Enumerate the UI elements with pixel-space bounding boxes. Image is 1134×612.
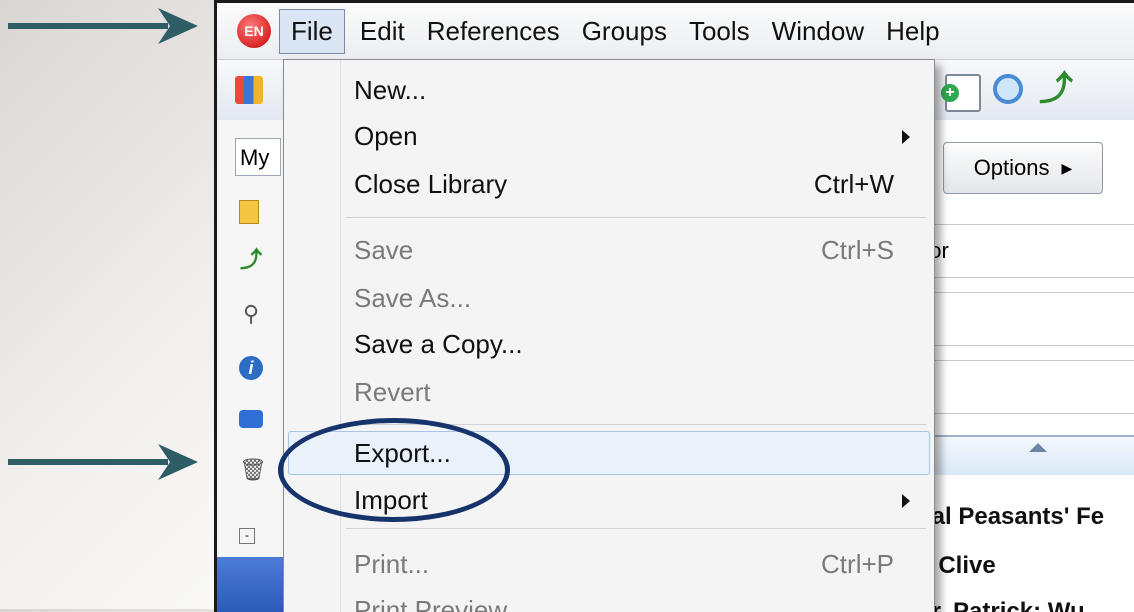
reference-panel: Options ▶ hor r e pal Peasants' Fe t, Cl… [917, 120, 1134, 612]
menu-file[interactable]: File [279, 8, 345, 54]
menu-separator [346, 528, 926, 529]
menu-item-print: Print... Ctrl+P [354, 544, 914, 584]
menu-item-new[interactable]: New... [354, 70, 914, 110]
export-callout-ellipse [278, 418, 510, 522]
search-field-author[interactable]: hor [917, 224, 1134, 278]
library-tab[interactable]: My [235, 138, 281, 176]
shortcut-label: Ctrl+W [813, 169, 894, 199]
options-label: Options [973, 155, 1050, 180]
menu-item-label: New... [354, 75, 427, 105]
sidebar-footer [217, 557, 285, 612]
all-references-icon[interactable] [239, 200, 259, 224]
library-books-icon[interactable] [235, 76, 263, 104]
shortcut-label: Ctrl+S [821, 235, 894, 265]
menu-groups[interactable]: Groups [571, 10, 678, 53]
menu-item-label: Close Library [354, 169, 508, 199]
pointer-arrow-file [8, 8, 198, 44]
submenu-arrow-icon [902, 494, 910, 508]
file-menu-dropdown: New... Open Close Library Ctrl+W Save Ctrl… [283, 59, 935, 612]
app-window: EN File Edit References Groups Tools Win… [214, 0, 1134, 612]
menu-item-save-as: Save As... [354, 278, 914, 318]
groups-sidebar: My ⤴ ⚲ i 🗑 - [217, 120, 286, 612]
menu-separator [346, 217, 926, 218]
menu-edit[interactable]: Edit [349, 10, 416, 53]
menu-item-save: Save Ctrl+S [354, 230, 914, 270]
import-arrow-icon[interactable]: ⤴ [1039, 72, 1073, 106]
menu-item-label: Revert [354, 377, 431, 407]
menu-item-label: Save a Copy... [354, 329, 523, 359]
menu-item-save-a-copy[interactable]: Save a Copy... [354, 324, 914, 364]
chevron-right-icon: ▶ [1061, 159, 1073, 176]
menu-item-label: Open [354, 121, 418, 151]
unfiled-group-icon[interactable] [239, 410, 263, 428]
menu-item-open[interactable]: Open [354, 116, 914, 156]
submenu-arrow-icon [902, 130, 910, 144]
menu-item-label: Save As... [354, 283, 472, 313]
menu-references[interactable]: References [416, 10, 571, 53]
app-logo-icon[interactable]: EN [237, 14, 271, 48]
menu-item-revert: Revert [354, 372, 914, 412]
menu-item-label: Print Preview [354, 595, 508, 612]
search-field-title[interactable]: e [917, 360, 1134, 414]
column-header[interactable] [917, 435, 1134, 475]
shortcut-label: Ctrl+P [821, 549, 894, 579]
reference-author-2[interactable]: or, Patrick; Wu [917, 598, 1134, 612]
menu-item-label: Print... [354, 549, 430, 579]
reference-author[interactable]: t, Clive [917, 552, 1134, 580]
imported-references-icon[interactable]: ⤴ [239, 248, 263, 272]
menu-help[interactable]: Help [875, 10, 950, 53]
collapse-toggle-icon[interactable]: - [239, 528, 255, 544]
sort-up-icon [1029, 443, 1047, 452]
info-icon[interactable]: i [239, 356, 263, 380]
menu-item-close-library[interactable]: Close Library Ctrl+W [354, 164, 914, 204]
menu-item-label: Save [354, 235, 414, 265]
search-field-operator[interactable]: r [917, 292, 1134, 346]
search-online-icon[interactable] [993, 74, 1023, 104]
options-button[interactable]: Options ▶ [943, 142, 1103, 194]
new-reference-icon[interactable]: + [941, 74, 981, 112]
search-group-icon[interactable]: ⚲ [239, 302, 263, 326]
menu-bar: EN File Edit References Groups Tools Win… [217, 3, 1134, 60]
menu-tools[interactable]: Tools [678, 10, 761, 53]
trash-icon[interactable]: 🗑 [239, 458, 267, 482]
menu-window[interactable]: Window [761, 10, 875, 53]
menu-icon-gutter [340, 60, 341, 612]
pointer-arrow-export [8, 444, 198, 480]
reference-title[interactable]: pal Peasants' Fe [917, 503, 1134, 531]
